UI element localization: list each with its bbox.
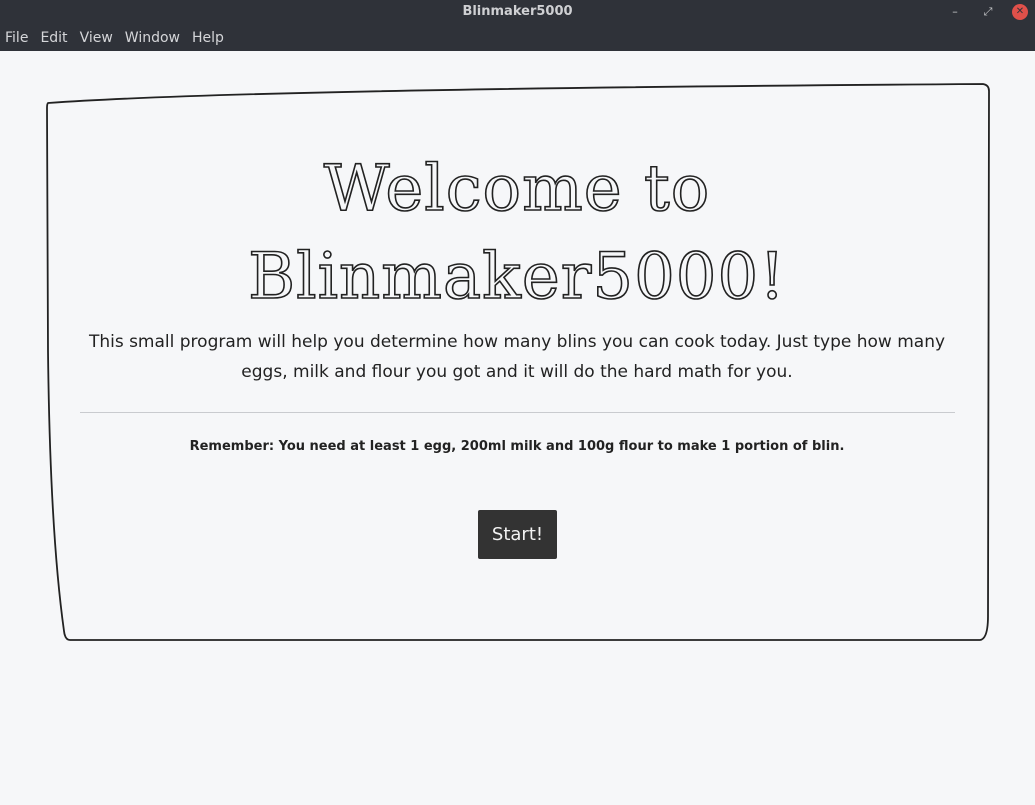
window-title: Blinmaker5000 bbox=[462, 4, 573, 19]
welcome-card: Welcome to Blinmaker5000! This small pro… bbox=[48, 89, 986, 637]
start-button[interactable]: Start! bbox=[478, 510, 557, 559]
welcome-heading-line2: Blinmaker5000! bbox=[247, 239, 786, 315]
remember-note: Remember: You need at least 1 egg, 200ml… bbox=[189, 439, 845, 454]
menu-edit[interactable]: Edit bbox=[34, 25, 73, 51]
main-content: Welcome to Blinmaker5000! This small pro… bbox=[0, 51, 1035, 805]
close-icon[interactable]: ✕ bbox=[1012, 4, 1028, 20]
menu-file[interactable]: File bbox=[0, 25, 34, 51]
menu-bar: File Edit View Window Help bbox=[0, 25, 1035, 51]
menu-view[interactable]: View bbox=[74, 25, 119, 51]
menu-help[interactable]: Help bbox=[186, 25, 230, 51]
divider bbox=[80, 412, 955, 413]
maximize-icon[interactable]: ⤢ bbox=[980, 4, 996, 20]
menu-window[interactable]: Window bbox=[119, 25, 186, 51]
minimize-icon[interactable]: – bbox=[947, 4, 963, 20]
welcome-heading-line1: Welcome to bbox=[323, 151, 711, 227]
intro-text: This small program will help you determi… bbox=[88, 332, 946, 382]
title-bar: Blinmaker5000 – ⤢ ✕ bbox=[0, 0, 1035, 25]
